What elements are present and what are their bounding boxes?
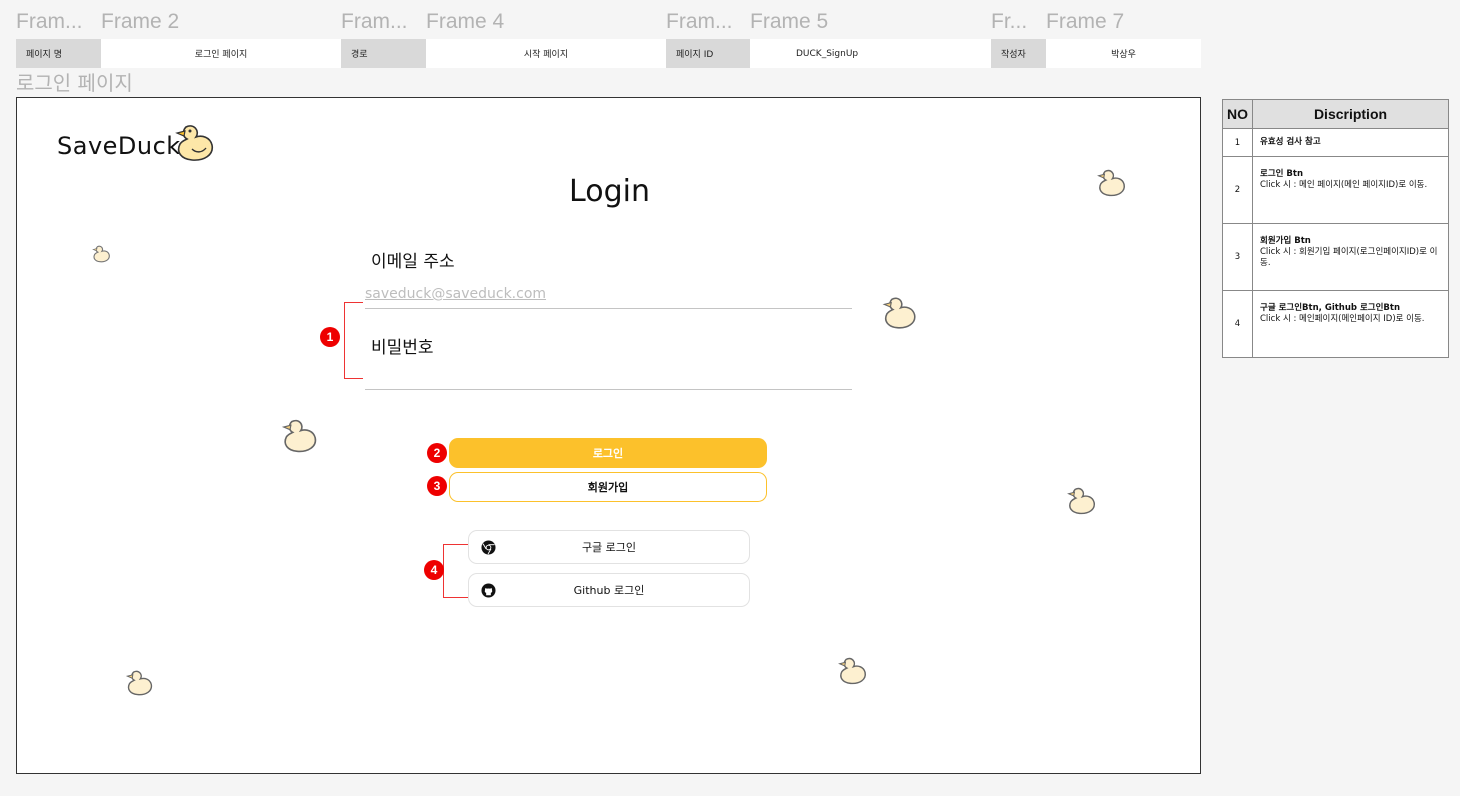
table-row: 1 유효성 검사 참고	[1222, 128, 1449, 157]
row-text: 회원가입 Btn Click 시 : 회원기입 페이지(로그인페이지ID)로 이동…	[1252, 223, 1449, 291]
login-title: Login	[569, 174, 650, 209]
frame-label-6: Frame 5	[750, 10, 829, 33]
meta-key: 경로	[341, 39, 426, 68]
row-title: 회원가입 Btn	[1260, 236, 1311, 246]
table-row: 3 회원가입 Btn Click 시 : 회원기입 페이지(로그인페이지ID)로 …	[1222, 223, 1449, 291]
table-header-row: NO Discription	[1222, 99, 1449, 129]
row-no: 2	[1222, 156, 1253, 224]
meta-value: DUCK_SignUp	[750, 39, 991, 68]
frame-label-2: Frame 2	[101, 10, 180, 33]
duck-icon	[92, 245, 110, 263]
google-login-button[interactable]: 구글 로그인	[468, 530, 750, 564]
row-no: 4	[1222, 290, 1253, 358]
login-button[interactable]: 로그인	[449, 438, 767, 468]
row-text: 유효성 검사 참고	[1252, 128, 1449, 157]
google-icon	[481, 540, 496, 555]
meta-key: 페이지 ID	[666, 39, 750, 68]
password-label: 비밀번호	[371, 338, 434, 358]
frame-label-5: Fram...	[666, 10, 733, 33]
meta-key: 작성자	[991, 39, 1046, 68]
annotation-marker-3: 3	[427, 476, 447, 496]
frame-label-4: Frame 4	[426, 10, 505, 33]
meta-path: 경로 시작 페이지	[341, 39, 666, 68]
annotation-marker-2: 2	[427, 443, 447, 463]
meta-author: 작성자 박상우	[991, 39, 1201, 68]
row-detail: Click 시 : 회원기입 페이지(로그인페이지ID)로 이동.	[1260, 247, 1438, 268]
app-logo-text: SaveDuck	[57, 132, 181, 160]
duck-icon	[838, 657, 866, 685]
duck-icon	[1097, 169, 1125, 197]
github-login-button[interactable]: Github 로그인	[468, 573, 750, 607]
row-text: 로그인 Btn Click 시 : 메인 페이지(메인 페이지ID)로 이동.	[1252, 156, 1449, 224]
app-logo: SaveDuck	[57, 132, 181, 160]
github-icon	[481, 583, 496, 598]
frame-label-7: Fr...	[991, 10, 1028, 33]
description-table: NO Discription 1 유효성 검사 참고 2 로그인 Btn Clic…	[1222, 99, 1449, 358]
annotation-bracket-4	[443, 544, 468, 598]
row-title: 유효성 검사 참고	[1260, 137, 1321, 147]
row-no: 3	[1222, 223, 1253, 291]
duck-icon	[882, 297, 916, 329]
meta-key: 페이지 명	[16, 39, 101, 68]
email-label: 이메일 주소	[371, 252, 455, 272]
login-screen: SaveDuck Login 이메일 주소 비밀번호 1 로그인 2 회원가입 …	[16, 97, 1201, 774]
meta-page-id: 페이지 ID DUCK_SignUp	[666, 39, 991, 68]
duck-icon	[175, 125, 214, 161]
row-text: 구글 로그인Btn, Github 로그인Btn Click 시 : 메인페이지(…	[1252, 290, 1449, 358]
meta-page-name: 페이지 명 로그인 페이지	[16, 39, 341, 68]
row-detail: Click 시 : 메인페이지(메인페이지 ID)로 이동.	[1260, 314, 1425, 324]
password-input[interactable]	[365, 363, 852, 390]
annotation-bracket-1	[344, 302, 363, 379]
duck-icon	[1067, 487, 1095, 515]
row-no: 1	[1222, 128, 1253, 157]
table-row: 4 구글 로그인Btn, Github 로그인Btn Click 시 : 메인페이…	[1222, 290, 1449, 358]
frame-label-1: Fram...	[16, 10, 83, 33]
row-detail: Click 시 : 메인 페이지(메인 페이지ID)로 이동.	[1260, 180, 1428, 190]
page-title: 로그인 페이지	[16, 71, 133, 95]
annotation-marker-4: 4	[424, 560, 444, 580]
google-login-label: 구글 로그인	[581, 541, 637, 554]
row-title: 구글 로그인Btn, Github 로그인Btn	[1260, 303, 1400, 313]
email-input[interactable]	[365, 280, 852, 309]
header-no: NO	[1222, 99, 1253, 129]
row-title: 로그인 Btn	[1260, 169, 1304, 179]
meta-value: 시작 페이지	[426, 39, 666, 68]
frame-label-8: Frame 7	[1046, 10, 1125, 33]
annotation-marker-1: 1	[320, 327, 340, 347]
header-description: Discription	[1252, 99, 1449, 129]
meta-value: 로그인 페이지	[101, 39, 341, 68]
table-row: 2 로그인 Btn Click 시 : 메인 페이지(메인 페이지ID)로 이동.	[1222, 156, 1449, 224]
meta-value: 박상우	[1046, 39, 1201, 68]
frame-label-3: Fram...	[341, 10, 408, 33]
github-login-label: Github 로그인	[573, 584, 645, 597]
signup-button[interactable]: 회원가입	[449, 472, 767, 502]
duck-icon	[125, 670, 153, 696]
duck-icon	[281, 419, 317, 453]
